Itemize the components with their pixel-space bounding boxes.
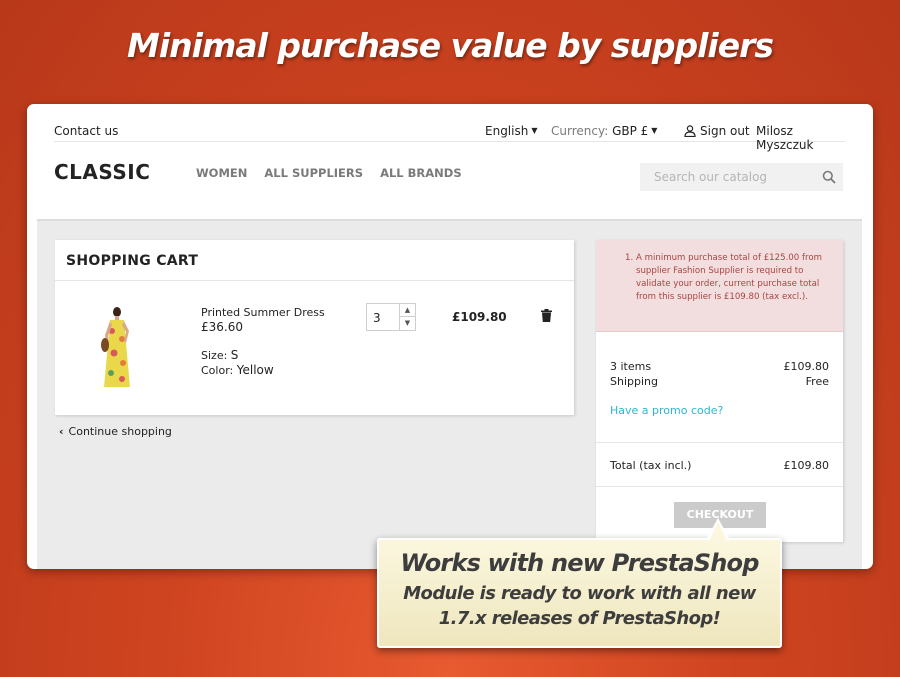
quantity-value[interactable]: 3: [373, 311, 381, 325]
total-label: Total (tax incl.): [610, 459, 692, 472]
search-input[interactable]: Search our catalog: [640, 163, 843, 191]
continue-shopping-label: Continue shopping: [68, 425, 172, 438]
total-value: £109.80: [783, 459, 830, 472]
search-icon[interactable]: [822, 170, 836, 184]
trash-icon[interactable]: [541, 309, 552, 322]
quantity-stepper[interactable]: 3 ▲ ▼: [366, 303, 416, 331]
main-nav: WOMEN ALL SUPPLIERS ALL BRANDS: [196, 166, 475, 180]
feature-callout: Works with new PrestaShop Module is read…: [377, 538, 782, 648]
shipping-label: Shipping: [610, 375, 658, 388]
shop-logo[interactable]: CLASSIC: [54, 160, 150, 184]
product-price: £36.60: [201, 320, 243, 334]
divider: [55, 280, 574, 281]
cart-panel: SHOPPING CART Printed Summer Dress £36.6…: [55, 240, 574, 415]
chevron-left-icon: ‹: [59, 425, 64, 438]
promo-headline: Minimal purchase value by suppliers: [126, 26, 774, 65]
product-name-link[interactable]: Printed Summer Dress: [201, 306, 325, 319]
total-row: Total (tax incl.) £109.80: [610, 459, 829, 472]
currency-value: GBP £: [612, 124, 649, 138]
language-label: English: [485, 124, 529, 138]
line-total: £109.80: [452, 310, 507, 324]
top-bar: Contact us English ▼ Currency: GBP £ ▼ Sig…: [54, 118, 845, 152]
divider: [596, 486, 843, 487]
shipping-value: Free: [805, 375, 829, 388]
items-row: 3 items £109.80: [610, 360, 829, 373]
alert-message: A minimum purchase total of £125.00 from…: [636, 253, 822, 302]
callout-title: Works with new PrestaShop: [400, 549, 759, 577]
callout-subtitle: Module is ready to work with all new 1.7…: [403, 583, 756, 629]
caret-down-icon: ▼: [531, 126, 538, 135]
nav-item-all-brands[interactable]: ALL BRANDS: [380, 166, 462, 180]
color-value: Yellow: [236, 363, 274, 377]
color-label: Color:: [201, 364, 234, 377]
cart-title: SHOPPING CART: [66, 253, 199, 269]
quantity-up-icon[interactable]: ▲: [400, 304, 415, 317]
promo-code-link[interactable]: Have a promo code?: [610, 404, 723, 417]
product-image[interactable]: [95, 305, 139, 389]
size-label: Size:: [201, 349, 228, 362]
language-selector[interactable]: English ▼: [485, 124, 538, 138]
nav-item-all-suppliers[interactable]: ALL SUPPLIERS: [264, 166, 363, 180]
items-value: £109.80: [783, 360, 830, 373]
caret-down-icon: ▼: [651, 126, 658, 135]
shop-window: Contact us English ▼ Currency: GBP £ ▼ Sig…: [27, 104, 873, 569]
size-value: S: [230, 348, 239, 362]
nav-item-women[interactable]: WOMEN: [196, 166, 247, 180]
currency-selector[interactable]: Currency: GBP £ ▼: [551, 124, 657, 138]
user-icon: [684, 125, 696, 137]
contact-us-link[interactable]: Contact us: [54, 124, 118, 138]
product-color: Color: Yellow: [201, 363, 274, 377]
items-label: 3 items: [610, 360, 652, 373]
product-size: Size: S: [201, 348, 238, 362]
shipping-row: Shipping Free: [610, 375, 829, 388]
main-content: SHOPPING CART Printed Summer Dress £36.6…: [37, 219, 862, 569]
search-placeholder: Search our catalog: [654, 170, 768, 184]
continue-shopping-link[interactable]: ‹ Continue shopping: [59, 425, 172, 438]
currency-label: Currency:: [551, 124, 609, 138]
quantity-buttons: ▲ ▼: [399, 304, 415, 330]
minimum-purchase-alert: 1. A minimum purchase total of £125.00 f…: [596, 240, 843, 332]
quantity-down-icon[interactable]: ▼: [400, 317, 415, 330]
cart-summary: 1. A minimum purchase total of £125.00 f…: [596, 240, 843, 542]
account-name-link[interactable]: Milosz Myszczuk: [756, 124, 845, 152]
divider: [596, 442, 843, 443]
sign-out-link[interactable]: Sign out: [684, 124, 750, 138]
callout-pointer-fill: [709, 522, 727, 541]
sign-out-label: Sign out: [700, 124, 750, 138]
alert-number: 1.: [625, 253, 634, 263]
